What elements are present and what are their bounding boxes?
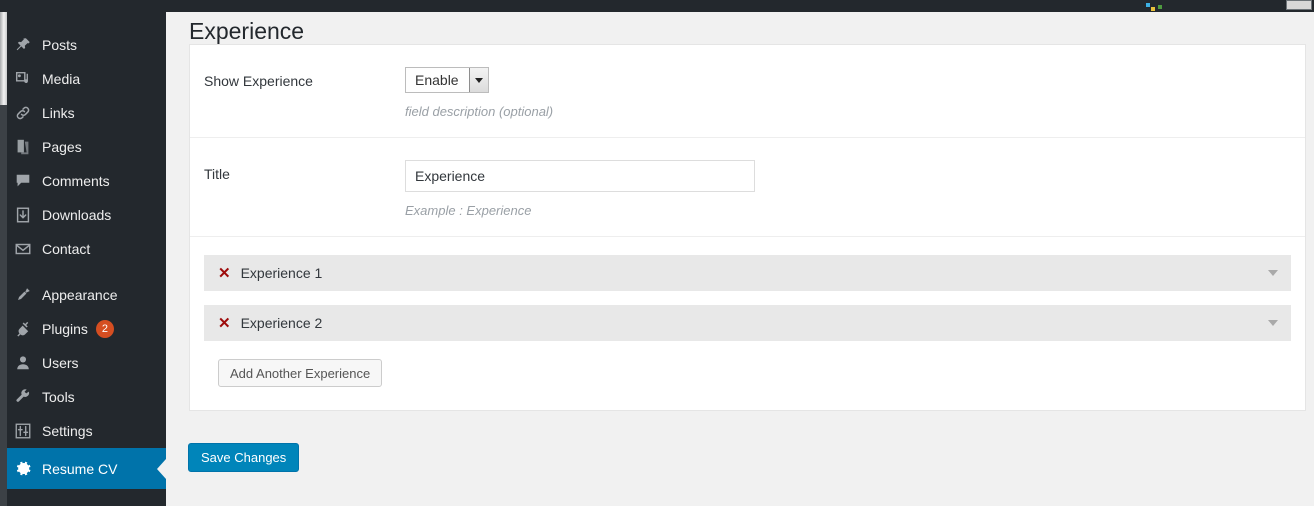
experience-row-label: Experience 1 [240,265,323,281]
experience-list: ✕ Experience 1 ✕ Experience 2 Add Another E… [190,237,1305,387]
link-icon [13,103,33,123]
sidebar-item-contact[interactable]: Contact [0,232,166,266]
admin-page: DashboardPostsMediaLinksPagesCommentsDow… [0,0,1314,506]
title-input[interactable] [405,160,755,192]
sidebar-item-label: Contact [42,241,91,257]
sidebar-item-users[interactable]: Users [0,346,166,380]
page-title: Experience [189,18,305,45]
admin-bar [0,0,1314,12]
show-experience-selected-value: Enable [415,72,459,88]
sidebar-item-label: Settings [42,423,93,439]
sidebar-scrollbar-thumb[interactable] [0,0,7,105]
add-another-experience-button[interactable]: Add Another Experience [218,359,383,387]
chevron-down-icon[interactable] [468,68,488,92]
gear-icon [13,459,33,479]
form-row-show-experience: Show Experience Enable field description… [190,45,1305,138]
sidebar-item-resume-cv[interactable]: Resume CV [0,448,166,489]
wrench-icon [13,387,33,407]
paintbrush-icon [13,285,33,305]
sidebar-item-label: Plugins [42,321,88,337]
sidebar-item-badge: 2 [95,320,114,338]
browser-logo-icon [1146,3,1172,11]
sidebar-menu: DashboardPostsMediaLinksPagesCommentsDow… [0,0,166,489]
settings-panel: Show Experience Enable field description… [189,44,1306,411]
download-icon [13,205,33,225]
show-experience-field: Enable field description (optional) [405,67,1305,119]
sidebar-item-media[interactable]: Media [0,62,166,96]
save-changes-button[interactable]: Save Changes [188,443,300,472]
sidebar-item-label: Posts [42,37,78,53]
media-icon [13,69,33,89]
close-icon[interactable]: ✕ [218,266,231,281]
show-experience-select[interactable]: Enable [405,67,489,93]
chevron-down-icon[interactable] [1268,270,1278,276]
title-description: Example : Experience [405,203,532,218]
form-row-title: Title Example : Experience [190,138,1305,237]
comment-icon [13,171,33,191]
chevron-down-icon[interactable] [1268,320,1278,326]
sidebar-item-label: Tools [42,389,75,405]
sidebar-item-settings[interactable]: Settings [0,414,166,448]
window-controls[interactable] [1286,0,1312,10]
pages-icon [13,137,33,157]
sidebar-item-appearance[interactable]: Appearance [0,278,166,312]
admin-sidebar: DashboardPostsMediaLinksPagesCommentsDow… [0,0,166,506]
sidebar-item-plugins[interactable]: Plugins 2 [0,312,166,346]
pin-icon [13,35,33,55]
envelope-icon [13,239,33,259]
show-experience-label: Show Experience [204,73,313,89]
sidebar-item-label: Media [42,71,81,87]
sidebar-item-label: Comments [42,173,110,189]
main-content: Experience Show Experience Enable field … [166,0,1314,506]
experience-row[interactable]: ✕ Experience 1 [204,255,1291,291]
sidebar-item-comments[interactable]: Comments [0,164,166,198]
sidebar-item-tools[interactable]: Tools [0,380,166,414]
sidebar-item-posts[interactable]: Posts [0,28,166,62]
experience-row[interactable]: ✕ Experience 2 [204,305,1291,341]
sidebar-item-label: Downloads [42,207,112,223]
plug-icon [13,319,33,339]
user-icon [13,353,33,373]
show-experience-description: field description (optional) [405,104,554,119]
close-icon[interactable]: ✕ [218,316,231,331]
active-item-pointer [157,458,166,479]
sidebar-item-label: Appearance [42,287,118,303]
title-label: Title [204,166,230,182]
sidebar-item-label: Links [42,105,75,121]
sliders-icon [13,421,33,441]
sidebar-item-label: Users [42,355,79,371]
sidebar-item-pages[interactable]: Pages [0,130,166,164]
sidebar-item-label: Pages [42,139,82,155]
sidebar-item-links[interactable]: Links [0,96,166,130]
sidebar-item-downloads[interactable]: Downloads [0,198,166,232]
experience-row-label: Experience 2 [240,315,323,331]
title-field: Example : Experience [405,160,1305,218]
sidebar-item-label: Resume CV [42,460,118,477]
